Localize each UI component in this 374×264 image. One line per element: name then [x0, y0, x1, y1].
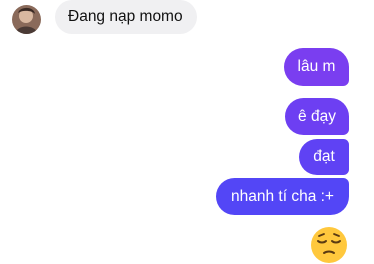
- outgoing-message[interactable]: đạt: [299, 139, 349, 175]
- avatar-image: [12, 5, 41, 34]
- outgoing-message-text: lâu m: [297, 58, 336, 75]
- outgoing-message-text: ê đạy: [298, 107, 336, 125]
- outgoing-message-text: đạt: [313, 148, 335, 165]
- outgoing-message[interactable]: ê đạy: [285, 98, 349, 135]
- incoming-message-text: Đang nạp momo: [68, 8, 183, 25]
- outgoing-message[interactable]: nhanh tí cha :+: [216, 178, 349, 215]
- incoming-message[interactable]: Đang nạp momo: [55, 0, 197, 34]
- sender-avatar[interactable]: [12, 5, 41, 34]
- outgoing-message-text: nhanh tí cha :+: [231, 187, 334, 205]
- pensive-face-icon[interactable]: [310, 226, 348, 264]
- outgoing-message[interactable]: lâu m: [284, 48, 349, 86]
